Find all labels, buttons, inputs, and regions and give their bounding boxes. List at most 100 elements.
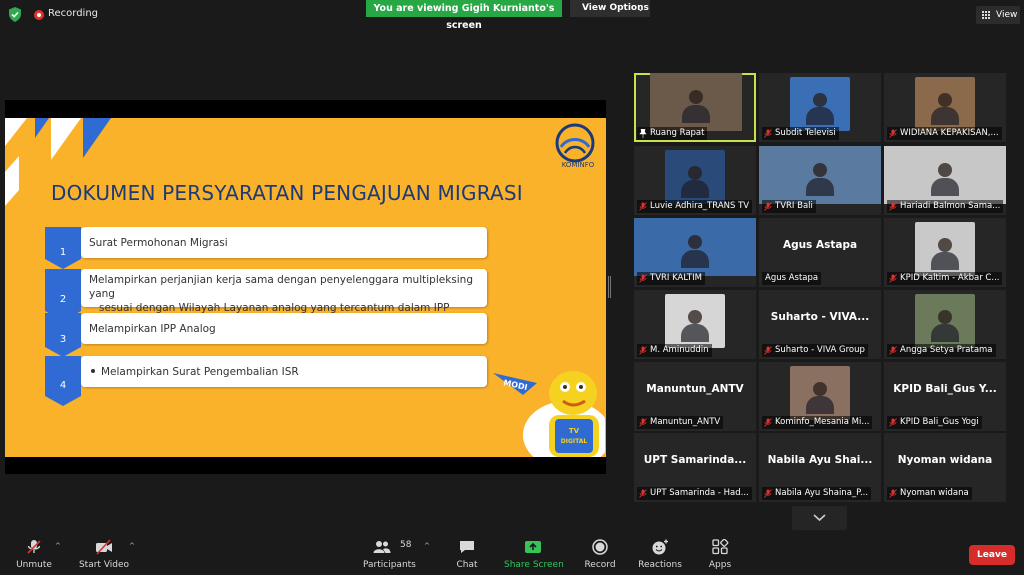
participant-name: Agus Astapa (765, 273, 819, 283)
participant-tile[interactable]: Luvie Adhira_TRANS TV (634, 146, 756, 215)
shared-screen[interactable]: KOMINFO DOKUMEN PERSYARATAN PENGAJUAN MI… (5, 100, 606, 474)
participant-video (790, 77, 850, 131)
participant-name-label: Suharto - VIVA Group (762, 344, 868, 357)
start-video-button[interactable]: Start Video (78, 533, 130, 575)
recording-label: Recording (48, 8, 99, 19)
requirement-item: Surat Permohonan Migrasi (81, 227, 487, 258)
muted-microphone-icon (639, 418, 647, 427)
participant-name: Hariadi Balmon Sama... (900, 201, 1001, 211)
participant-name-label: Nyoman widana (887, 487, 972, 500)
audio-options-caret[interactable]: ^ (55, 542, 61, 550)
record-button[interactable]: Record (580, 533, 620, 575)
participant-name-label: TVRI Bali (762, 200, 816, 213)
gallery-next-page-button[interactable] (792, 506, 847, 530)
item-number-badge: 3 (45, 313, 81, 357)
leave-button[interactable]: Leave (969, 545, 1015, 565)
muted-microphone-icon (764, 418, 772, 427)
top-bar: Recording You are viewing Gigih Kurniant… (0, 0, 1024, 31)
chat-label: Chat (456, 560, 478, 570)
bullet-icon (91, 369, 95, 373)
participant-tile[interactable]: TVRI KALTIM (634, 218, 756, 287)
participant-video (915, 77, 975, 131)
participant-name-label: KPID Bali_Gus Yogi (887, 416, 982, 429)
muted-microphone-icon (889, 274, 897, 283)
participant-name-label: Kominfo_Mesania Mi... (762, 416, 873, 429)
share-screen-icon (525, 541, 541, 553)
participant-tile[interactable]: Ruang Rapat (634, 73, 756, 142)
participant-video (759, 146, 881, 204)
muted-microphone-icon (764, 129, 772, 138)
share-screen-label: Share Screen (504, 560, 564, 570)
participant-name: Nabila Ayu Shaina_P... (775, 488, 869, 498)
participant-tile[interactable]: UPT Samarinda... UPT Samarinda - Had... (634, 433, 756, 502)
participant-tile[interactable]: Kominfo_Mesania Mi... (759, 362, 881, 431)
pin-icon (639, 129, 647, 138)
participant-tile[interactable]: Hariadi Balmon Sama... (884, 146, 1006, 215)
muted-microphone-icon (889, 202, 897, 211)
participants-label: Participants (363, 560, 416, 570)
participant-video (665, 150, 725, 204)
view-button[interactable]: View (976, 6, 1020, 24)
kominfo-logo (555, 123, 595, 163)
participant-video (665, 294, 725, 348)
muted-microphone-icon (764, 489, 772, 498)
unmute-button[interactable]: Unmute (12, 533, 56, 575)
item-number-badge: 2 (45, 269, 81, 321)
participant-name: KPID Bali_Gus Yogi (900, 417, 979, 427)
svg-text:TV: TV (569, 427, 580, 435)
participant-name: Manuntun_ANTV (650, 417, 721, 427)
chevron-down-icon: ⌄ (637, 4, 644, 13)
participant-name-label: Hariadi Balmon Sama... (887, 200, 1004, 213)
participant-tile[interactable]: Subdit Televisi (759, 73, 881, 142)
participant-tile[interactable]: Suharto - VIVA... Suharto - VIVA Group (759, 290, 881, 359)
participant-name: Luvie Adhira_TRANS TV (650, 201, 750, 211)
participant-video (915, 294, 975, 348)
participant-name: M. Aminuddin (650, 345, 709, 355)
splitter-handle[interactable] (608, 276, 612, 298)
apps-icon (712, 539, 729, 555)
participants-options-caret[interactable]: ^ (424, 542, 430, 550)
apps-button[interactable]: Apps (702, 533, 738, 575)
participant-tile[interactable]: TVRI Bali (759, 146, 881, 215)
grid-icon (982, 11, 991, 20)
participant-name-label: Angga Setya Pratama (887, 344, 996, 357)
participant-name-label: WIDIANA KEPAKISAN,... (887, 127, 1002, 140)
reactions-button[interactable]: Reactions (636, 533, 684, 575)
participant-tile[interactable]: Nyoman widana Nyoman widana (884, 433, 1006, 502)
participant-name-label: KPID Kaltim - Akbar C... (887, 272, 1003, 285)
participant-display-name: Nyoman widana (897, 454, 993, 466)
video-options-caret[interactable]: ^ (129, 542, 135, 550)
participant-name-label: UPT Samarinda - Had... (637, 487, 752, 500)
chat-button[interactable]: Chat (447, 533, 487, 575)
muted-microphone-icon (889, 129, 897, 138)
muted-microphone-icon (639, 202, 647, 211)
muted-microphone-icon (639, 346, 647, 355)
shield-icon[interactable] (8, 7, 22, 22)
item-number-badge: 4 (45, 356, 81, 406)
participant-tile[interactable]: Nabila Ayu Shai... Nabila Ayu Shaina_P... (759, 433, 881, 502)
muted-microphone-icon (764, 346, 772, 355)
item-number-badge: 1 (45, 227, 81, 269)
participant-tile[interactable]: Agus Astapa Agus Astapa (759, 218, 881, 287)
participant-name: Ruang Rapat (650, 128, 705, 138)
recording-icon (34, 10, 44, 20)
participant-tile[interactable]: Manuntun_ANTV Manuntun_ANTV (634, 362, 756, 431)
muted-microphone-icon (639, 489, 647, 498)
participant-name: TVRI KALTIM (650, 273, 702, 283)
participants-button[interactable]: 58 Participants (363, 533, 416, 575)
participant-name-label: TVRI KALTIM (637, 272, 705, 285)
share-screen-button[interactable]: Share Screen (504, 533, 564, 575)
view-label: View (996, 10, 1018, 20)
participant-display-name: Agus Astapa (782, 239, 858, 251)
participant-tile[interactable]: KPID Kaltim - Akbar C... (884, 218, 1006, 287)
participant-tile[interactable]: M. Aminuddin (634, 290, 756, 359)
participant-tile[interactable]: WIDIANA KEPAKISAN,... (884, 73, 1006, 142)
viewing-banner: You are viewing Gigih Kurnianto's screen (366, 0, 562, 31)
participant-tile[interactable]: KPID Bali_Gus Y... KPID Bali_Gus Yogi (884, 362, 1006, 431)
participant-video (790, 366, 850, 420)
participant-tile[interactable]: Angga Setya Pratama (884, 290, 1006, 359)
video-off-icon (96, 539, 112, 555)
view-options-button[interactable]: View Options ⌄ (570, 0, 650, 17)
participant-name: Nyoman widana (900, 488, 969, 498)
requirement-item: Melampirkan IPP Analog (81, 313, 487, 344)
